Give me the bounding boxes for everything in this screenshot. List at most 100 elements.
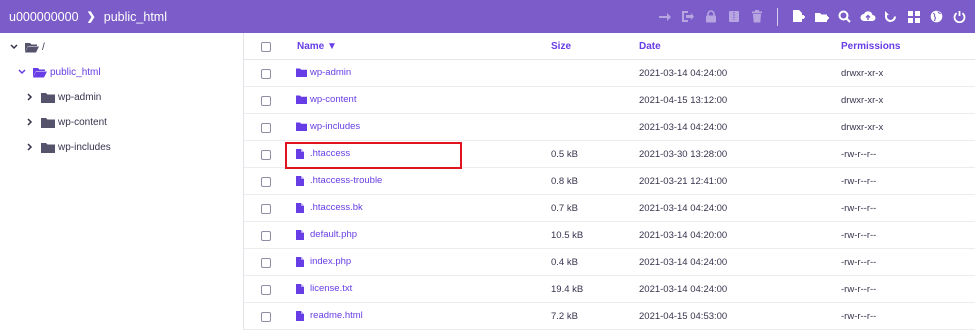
file-date: 2021-03-14 04:24:00 — [639, 203, 728, 214]
row-checkbox[interactable] — [261, 258, 271, 268]
breadcrumb-user[interactable]: u000000000 — [9, 10, 79, 24]
toolbar-divider — [777, 7, 778, 26]
file-size: 19.4 kB — [551, 284, 584, 295]
table-row[interactable]: wp-content 2021-04-15 13:12:00 drwxr-xr-x — [244, 87, 975, 114]
row-checkbox[interactable] — [261, 285, 271, 295]
file-name-cell[interactable]: license.txt — [296, 283, 352, 294]
chevron-down-icon[interactable] — [17, 67, 27, 77]
new-folder-icon[interactable] — [810, 0, 833, 33]
file-name[interactable]: readme.html — [310, 310, 363, 321]
file-permissions: -rw-r--r-- — [841, 149, 877, 160]
table-row[interactable]: license.txt 19.4 kB 2021-03-14 04:24:00 -rw… — [244, 276, 975, 303]
tree-item-wp-includes[interactable]: wp-includes — [25, 139, 111, 155]
upload-icon[interactable] — [856, 0, 879, 33]
file-name[interactable]: wp-includes — [310, 121, 360, 132]
file-name-cell[interactable]: wp-content — [296, 94, 356, 105]
row-checkbox[interactable] — [261, 150, 271, 160]
file-size: 0.8 kB — [551, 176, 578, 187]
tree-item-wp-admin[interactable]: wp-admin — [25, 89, 101, 105]
table-row[interactable]: .htaccess 0.5 kB 2021-03-30 13:28:00 -rw-r-… — [244, 141, 975, 168]
file-name-cell[interactable]: .htaccess — [296, 148, 350, 159]
file-name-cell[interactable]: .htaccess-trouble — [296, 175, 382, 186]
file-name[interactable]: wp-admin — [310, 67, 351, 78]
file-name[interactable]: .htaccess — [310, 148, 350, 159]
file-permissions: -rw-r--r-- — [841, 311, 877, 322]
table-header: Name ▼ Size Date Permissions — [244, 33, 975, 60]
row-checkbox[interactable] — [261, 96, 271, 106]
tree-item-label: wp-content — [58, 116, 107, 128]
file-icon — [296, 202, 307, 213]
file-permissions: -rw-r--r-- — [841, 230, 877, 241]
folder-icon — [41, 92, 55, 103]
refresh-icon[interactable] — [879, 0, 902, 33]
folder-icon — [296, 95, 307, 105]
table-row[interactable]: .htaccess-trouble 0.8 kB 2021-03-21 12:41:… — [244, 168, 975, 195]
move-to-icon[interactable] — [676, 0, 699, 33]
file-size: 0.4 kB — [551, 257, 578, 268]
column-name[interactable]: Name ▼ — [297, 41, 337, 52]
trash-icon[interactable] — [745, 0, 768, 33]
row-checkbox[interactable] — [261, 204, 271, 214]
tree-item-wp-content[interactable]: wp-content — [25, 114, 107, 130]
table-row[interactable]: index.php 0.4 kB 2021-03-14 04:24:00 -rw-r-… — [244, 249, 975, 276]
lock-icon[interactable] — [699, 0, 722, 33]
file-date: 2021-03-14 04:24:00 — [639, 68, 728, 79]
tree-item-label: wp-admin — [58, 91, 102, 103]
file-name-cell[interactable]: wp-admin — [296, 67, 351, 78]
tree-item-public-html[interactable]: public_html — [17, 64, 101, 80]
file-name[interactable]: .htaccess.bk — [310, 202, 363, 213]
grid-view-icon[interactable] — [902, 0, 925, 33]
archive-icon[interactable] — [722, 0, 745, 33]
file-permissions: -rw-r--r-- — [841, 257, 877, 268]
file-name-cell[interactable]: .htaccess.bk — [296, 202, 363, 213]
breadcrumb-folder[interactable]: public_html — [104, 10, 167, 24]
row-checkbox[interactable] — [261, 312, 271, 322]
tree-item-root[interactable]: / — [9, 39, 45, 55]
file-permissions: -rw-r--r-- — [841, 203, 877, 214]
file-name[interactable]: index.php — [310, 256, 351, 267]
row-checkbox[interactable] — [261, 231, 271, 241]
row-checkbox[interactable] — [261, 69, 271, 79]
move-icon[interactable] — [653, 0, 676, 33]
table-row[interactable]: .htaccess.bk 0.7 kB 2021-03-14 04:24:00 -rw… — [244, 195, 975, 222]
file-size: 0.7 kB — [551, 203, 578, 214]
select-all-checkbox[interactable] — [261, 42, 271, 52]
file-date: 2021-04-15 04:53:00 — [639, 311, 728, 322]
file-permissions: -rw-r--r-- — [841, 176, 877, 187]
chevron-right-icon[interactable] — [25, 117, 35, 127]
file-date: 2021-03-14 04:24:00 — [639, 284, 728, 295]
file-permissions: drwxr-xr-x — [841, 68, 884, 79]
table-row[interactable]: default.php 10.5 kB 2021-03-14 04:20:00 -rw… — [244, 222, 975, 249]
file-name[interactable]: license.txt — [310, 283, 352, 294]
file-name-cell[interactable]: wp-includes — [296, 121, 360, 132]
file-icon — [296, 175, 307, 186]
folder-tree: / public_html wp-admin wp-content wp-inc… — [0, 33, 244, 330]
column-date[interactable]: Date — [639, 41, 661, 52]
file-size: 0.5 kB — [551, 149, 578, 160]
file-icon — [296, 310, 307, 321]
column-size[interactable]: Size — [551, 41, 571, 52]
chevron-down-icon[interactable] — [9, 42, 19, 52]
file-name[interactable]: .htaccess-trouble — [310, 175, 382, 186]
folder-open-icon — [33, 67, 47, 77]
search-icon[interactable] — [833, 0, 856, 33]
column-permissions[interactable]: Permissions — [841, 41, 900, 52]
chevron-right-icon[interactable] — [25, 142, 35, 152]
globe-icon[interactable] — [925, 0, 948, 33]
row-checkbox[interactable] — [261, 177, 271, 187]
file-name-cell[interactable]: index.php — [296, 256, 351, 267]
file-name-cell[interactable]: readme.html — [296, 310, 363, 321]
file-size: 10.5 kB — [551, 230, 584, 241]
table-row[interactable]: readme.html 7.2 kB 2021-04-15 04:53:00 -rw-… — [244, 303, 975, 330]
file-name[interactable]: default.php — [310, 229, 357, 240]
table-row[interactable]: wp-admin 2021-03-14 04:24:00 drwxr-xr-x — [244, 60, 975, 87]
file-icon — [296, 283, 307, 294]
new-file-icon[interactable] — [787, 0, 810, 33]
file-name-cell[interactable]: default.php — [296, 229, 357, 240]
chevron-right-icon[interactable] — [25, 92, 35, 102]
file-size: 7.2 kB — [551, 311, 578, 322]
table-row[interactable]: wp-includes 2021-03-14 04:24:00 drwxr-xr-x — [244, 114, 975, 141]
file-name[interactable]: wp-content — [310, 94, 356, 105]
power-icon[interactable] — [948, 0, 971, 33]
row-checkbox[interactable] — [261, 123, 271, 133]
